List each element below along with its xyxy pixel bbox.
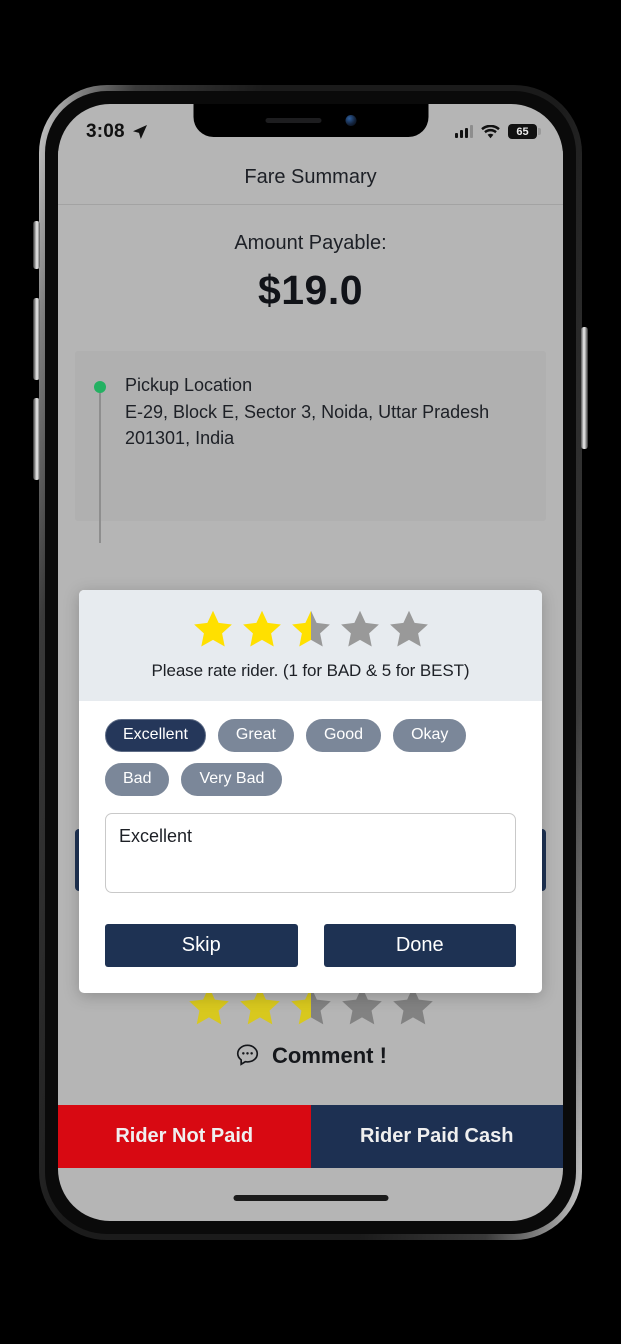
pickup-dot-icon (94, 381, 106, 393)
amount-payable-label: Amount Payable: (234, 232, 387, 254)
rating-chip-group: Excellent Great Good Okay Bad Very Bad (105, 719, 516, 796)
status-bar-left: 3:08 (86, 121, 148, 143)
location-card: Pickup Location E-29, Block E, Sector 3,… (75, 351, 546, 543)
comment-label: Comment ! (272, 1042, 387, 1068)
cellular-signal-icon (455, 125, 473, 138)
fare-summary-content: Amount Payable: $19.0 Pickup Location E-… (58, 232, 563, 1221)
modal-star-2 (242, 610, 281, 647)
comment-row[interactable]: Comment ! (234, 1042, 387, 1069)
rider-not-paid-button[interactable]: Rider Not Paid (58, 1105, 311, 1168)
app-navbar: Fare Summary (58, 151, 563, 205)
mute-switch-button[interactable] (33, 221, 40, 269)
rating-chip-very-bad[interactable]: Very Bad (181, 763, 283, 796)
rating-chip-excellent[interactable]: Excellent (105, 719, 206, 752)
location-timeline (93, 375, 107, 543)
done-button[interactable]: Done (323, 924, 516, 967)
volume-up-button[interactable] (33, 298, 40, 380)
rating-chip-good[interactable]: Good (305, 719, 382, 752)
comment-textarea[interactable] (105, 813, 516, 893)
modal-star-4 (340, 610, 379, 647)
comment-bubble-icon (236, 1044, 259, 1066)
modal-star-1 (193, 610, 232, 647)
modal-star-5 (389, 610, 428, 647)
pickup-location-label: Pickup Location (125, 375, 253, 395)
rating-chip-great[interactable]: Great (217, 719, 294, 752)
power-button[interactable] (581, 327, 588, 449)
volume-down-button[interactable] (33, 398, 40, 480)
skip-button[interactable]: Skip (105, 924, 298, 967)
phone-screen: 3:08 65 Fare Summary Amount Payable: $19… (58, 104, 563, 1221)
rider-paid-cash-button[interactable]: Rider Paid Cash (310, 1105, 563, 1168)
status-bar: 3:08 65 (58, 104, 563, 151)
battery-level: 65 (516, 125, 529, 138)
modal-header: Please rate rider. (1 for BAD & 5 for BE… (79, 590, 542, 701)
modal-actions: Skip Done (105, 924, 516, 967)
modal-rating-stars[interactable] (89, 608, 532, 650)
modal-prompt-text: Please rate rider. (1 for BAD & 5 for BE… (151, 661, 470, 680)
status-time: 3:08 (86, 120, 125, 142)
rating-chip-okay[interactable]: Okay (393, 719, 467, 752)
pickup-info: Pickup Location E-29, Block E, Sector 3,… (125, 375, 525, 497)
home-indicator[interactable] (233, 1195, 388, 1201)
modal-body: Excellent Great Good Okay Bad Very Bad Skip D… (79, 701, 542, 993)
payment-action-bar: Rider Not Paid Rider Paid Cash (58, 1105, 563, 1168)
amount-payable-value: $19.0 (257, 267, 364, 313)
battery-icon: 65 (508, 124, 541, 139)
modal-star-3 (291, 610, 330, 647)
rider-rating-section: Comment ! (58, 984, 563, 1069)
rating-chip-bad[interactable]: Bad (105, 763, 170, 796)
pickup-location-address: E-29, Block E, Sector 3, Noida, Uttar Pr… (125, 402, 490, 449)
rate-rider-modal: Please rate rider. (1 for BAD & 5 for BE… (79, 590, 542, 993)
status-bar-right: 65 (455, 124, 541, 139)
page-title: Fare Summary (244, 166, 377, 188)
wifi-icon (481, 124, 500, 138)
location-arrow-icon (132, 124, 147, 139)
timeline-line (99, 393, 101, 543)
